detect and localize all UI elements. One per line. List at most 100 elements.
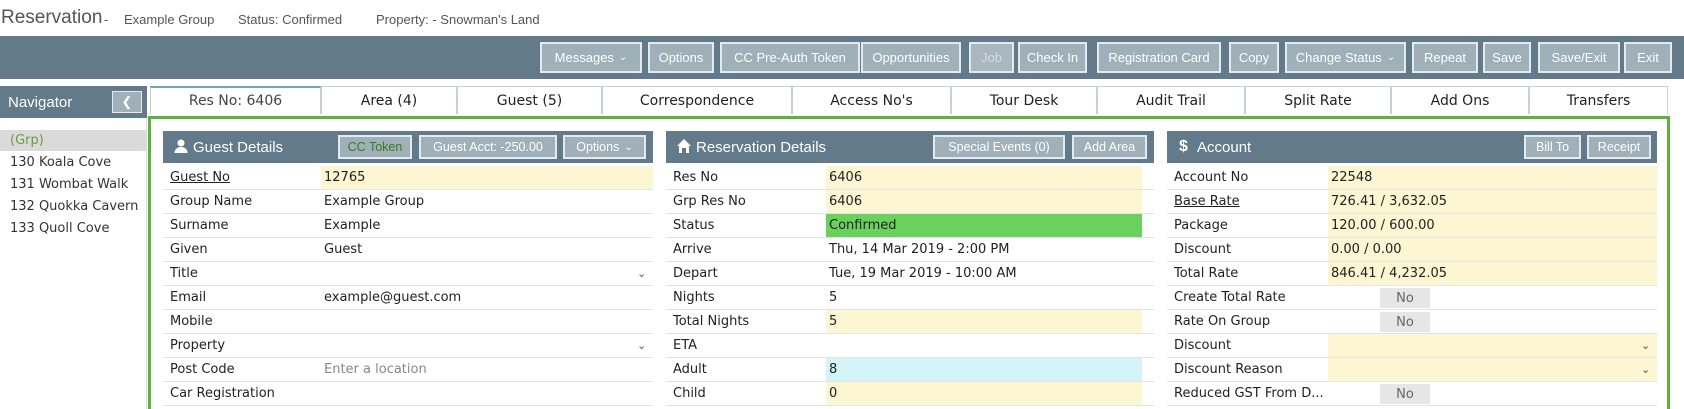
tab-add-ons[interactable]: Add Ons	[1391, 86, 1529, 114]
exit-button[interactable]: Exit	[1624, 42, 1672, 73]
chevron-down-icon[interactable]: ⌄	[637, 339, 646, 352]
tab-access-nos[interactable]: Access No's	[792, 86, 951, 114]
copy-button[interactable]: Copy	[1229, 42, 1279, 73]
page-header: Reservation - Example Group Status: Conf…	[0, 0, 1684, 36]
rate-on-group-label: Rate On Group	[1174, 314, 1271, 329]
tab-split-rate[interactable]: Split Rate	[1245, 86, 1391, 114]
add-area-button[interactable]: Add Area	[1072, 135, 1147, 159]
check-in-button[interactable]: Check In	[1018, 42, 1087, 73]
nights-row: Nights 5	[666, 286, 1154, 310]
chevron-down-icon[interactable]: ⌄	[1641, 363, 1650, 376]
car-registration-field[interactable]	[321, 382, 653, 405]
property-select[interactable]	[321, 334, 653, 357]
messages-button[interactable]: Messages ⌄	[540, 42, 642, 73]
group-name-field[interactable]: Example Group	[321, 190, 653, 213]
navigator-item[interactable]: 132 Quokka Cavern	[0, 196, 146, 217]
post-code-label: Post Code	[170, 362, 235, 377]
total-rate-row: Total Rate 846.41 / 4,232.05	[1167, 262, 1657, 286]
eta-field[interactable]	[826, 334, 1142, 357]
guest-no-row: Guest No 12765	[163, 166, 653, 190]
reservation-details-title: Reservation Details	[696, 139, 827, 156]
rate-on-group-toggle[interactable]: No	[1328, 312, 1430, 332]
base-rate-field[interactable]: 726.41 / 3,632.05	[1328, 190, 1657, 213]
adult-field[interactable]: 8	[826, 358, 1142, 381]
reduced-gst-label: Reduced GST From D...	[1174, 386, 1324, 401]
email-field[interactable]: example@guest.com	[321, 286, 653, 309]
child-field[interactable]: 0	[826, 382, 1142, 405]
given-field[interactable]: Guest	[321, 238, 653, 261]
res-no-field[interactable]: 6406	[826, 166, 1142, 189]
total-nights-field[interactable]: 5	[826, 310, 1142, 333]
post-code-field[interactable]: Enter a location	[321, 358, 653, 381]
discount-amount-field[interactable]: 0.00 / 0.00	[1328, 238, 1657, 261]
account-no-field[interactable]: 22548	[1328, 166, 1657, 189]
tab-transfers[interactable]: Transfers	[1529, 86, 1668, 114]
depart-row: Depart Tue, 19 Mar 2019 - 10:00 AM	[666, 262, 1154, 286]
reduced-gst-toggle[interactable]: No	[1328, 384, 1430, 404]
nights-field[interactable]: 5	[826, 286, 1142, 309]
nights-label: Nights	[673, 290, 715, 305]
tab-guest[interactable]: Guest (5)	[457, 86, 602, 114]
grp-res-no-field[interactable]: 6406	[826, 190, 1142, 213]
guest-no-label[interactable]: Guest No	[170, 170, 230, 185]
toggle-value: No	[1380, 384, 1430, 404]
discount-select-row: Discount ⌄	[1167, 334, 1657, 358]
tab-correspondence[interactable]: Correspondence	[602, 86, 792, 114]
tab-audit-trail[interactable]: Audit Trail	[1097, 86, 1245, 114]
change-status-button[interactable]: Change Status ⌄	[1285, 42, 1406, 73]
save-button[interactable]: Save	[1483, 42, 1531, 73]
save-exit-button[interactable]: Save/Exit	[1538, 42, 1620, 73]
discount-select[interactable]	[1328, 334, 1657, 357]
status-badge[interactable]: Confirmed	[826, 214, 1142, 237]
title-select[interactable]	[321, 262, 653, 285]
surname-row: Surname Example	[163, 214, 653, 238]
navigator-item[interactable]: (Grp)	[0, 130, 146, 151]
chevron-left-icon[interactable]: ❮	[112, 91, 142, 113]
job-button[interactable]: Job	[969, 42, 1014, 73]
opportunities-button[interactable]: Opportunities	[861, 42, 961, 73]
arrive-field[interactable]: Thu, 14 Mar 2019 - 2:00 PM	[826, 238, 1142, 261]
navigator-header: Navigator ❮	[0, 86, 147, 118]
tab-tour-desk[interactable]: Tour Desk	[951, 86, 1097, 114]
group-name-label: Example Group	[124, 12, 215, 27]
discount-reason-label: Discount Reason	[1174, 362, 1283, 377]
arrive-row: Arrive Thu, 14 Mar 2019 - 2:00 PM	[666, 238, 1154, 262]
chevron-down-icon[interactable]: ⌄	[1641, 339, 1650, 352]
cc-token-button[interactable]: CC Token	[338, 135, 412, 159]
options-button[interactable]: Options	[648, 42, 714, 73]
status-label: Status: Confirmed	[238, 12, 343, 27]
tab-area[interactable]: Area (4)	[321, 86, 457, 114]
guest-no-field[interactable]: 12765	[321, 166, 653, 189]
surname-field[interactable]: Example	[321, 214, 653, 237]
tab-res-no[interactable]: Res No: 6406	[150, 86, 321, 114]
toggle-track	[1328, 384, 1380, 404]
guest-acct-button[interactable]: Guest Acct: -250.00	[419, 135, 557, 159]
cc-preauth-button[interactable]: CC Pre-Auth Token	[720, 42, 860, 73]
discount-reason-select[interactable]	[1328, 358, 1657, 381]
special-events-button[interactable]: Special Events (0)	[933, 135, 1065, 159]
depart-field[interactable]: Tue, 19 Mar 2019 - 10:00 AM	[826, 262, 1142, 285]
base-rate-label[interactable]: Base Rate	[1174, 194, 1240, 209]
bill-to-button[interactable]: Bill To	[1524, 135, 1581, 159]
surname-label: Surname	[170, 218, 229, 233]
mobile-label: Mobile	[170, 314, 213, 329]
navigator-title: Navigator	[8, 94, 73, 111]
navigator-item[interactable]: 131 Wombat Walk	[0, 174, 146, 195]
repeat-button[interactable]: Repeat	[1412, 42, 1478, 73]
navigator-item[interactable]: 133 Quoll Cove	[0, 218, 146, 239]
mobile-field[interactable]	[321, 310, 653, 333]
res-no-label: Res No	[673, 170, 719, 185]
receipt-button[interactable]: Receipt	[1587, 135, 1651, 159]
guest-options-button[interactable]: Options ⌄	[563, 135, 646, 159]
base-rate-row: Base Rate 726.41 / 3,632.05	[1167, 190, 1657, 214]
package-field[interactable]: 120.00 / 600.00	[1328, 214, 1657, 237]
depart-label: Depart	[673, 266, 718, 281]
registration-card-button[interactable]: Registration Card	[1097, 42, 1221, 73]
navigator-item[interactable]: 130 Koala Cove	[0, 152, 146, 173]
total-rate-field[interactable]: 846.41 / 4,232.05	[1328, 262, 1657, 285]
total-rate-label: Total Rate	[1174, 266, 1239, 281]
chevron-down-icon[interactable]: ⌄	[637, 267, 646, 280]
group-name-row: Group Name Example Group	[163, 190, 653, 214]
create-total-rate-toggle[interactable]: No	[1328, 288, 1430, 308]
account-no-label: Account No	[1174, 170, 1249, 185]
